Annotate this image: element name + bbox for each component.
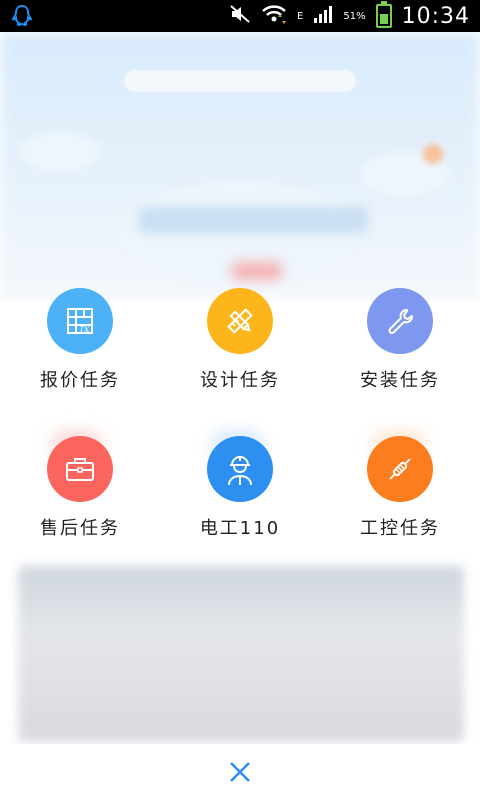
wrench-icon (367, 288, 433, 354)
signal-percent: 51% (343, 10, 366, 22)
menu-item-aftersales-task[interactable]: 售后任务 (0, 436, 160, 540)
menu-item-label: 设计任务 (200, 370, 280, 391)
menu-item-install-task[interactable]: 安装任务 (320, 288, 480, 392)
worker-helmet-icon (207, 436, 273, 502)
menu-item-label: 报价任务 (40, 370, 120, 391)
close-button[interactable] (220, 752, 260, 792)
signal-icon (313, 4, 333, 28)
spreadsheet-fx-icon: fx (47, 288, 113, 354)
menu-item-label: 工控任务 (360, 518, 440, 539)
hero-dot (423, 144, 443, 164)
hero-badge (232, 262, 282, 280)
menu-item-label: 电工110 (199, 518, 281, 539)
qq-penguin-icon (10, 4, 34, 28)
menu-item-industrial-control-task[interactable]: 工控任务 (320, 436, 480, 540)
tester-pen-icon (367, 436, 433, 502)
menu-item-design-task[interactable]: 设计任务 (160, 288, 320, 392)
menu-item-electrician-110[interactable]: 电工110 (160, 436, 320, 540)
promo-banner (18, 566, 464, 742)
network-type: E (297, 10, 304, 22)
close-icon (230, 762, 250, 782)
ruler-pencil-icon (207, 288, 273, 354)
hero-title (138, 207, 368, 233)
clock: 10:34 (401, 3, 470, 29)
menu-item-label: 安装任务 (360, 370, 440, 391)
battery-icon (375, 1, 392, 28)
cloud-decoration (20, 132, 100, 172)
wifi-icon (261, 3, 287, 29)
svg-text:fx: fx (79, 324, 90, 335)
mute-icon (229, 4, 251, 28)
bottom-bar (0, 744, 480, 800)
briefcase-icon (47, 436, 113, 502)
search-bar-background (124, 70, 356, 92)
status-bar: E 51% 10:34 (0, 0, 480, 32)
menu-item-quote-task[interactable]: fx 报价任务 (0, 288, 160, 392)
menu-item-label: 售后任务 (40, 518, 120, 539)
